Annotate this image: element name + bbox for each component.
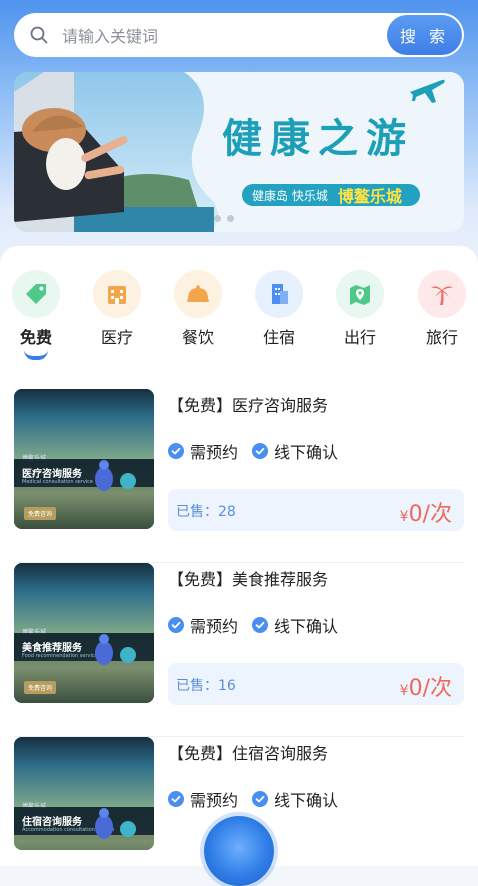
category-icon-bg (255, 270, 303, 318)
check-circle-icon (168, 791, 184, 807)
thumb-tag: 免费咨询 (24, 507, 57, 520)
price: ¥0/次 (400, 496, 452, 528)
floating-action-button[interactable] (204, 816, 274, 886)
thumb-caption: 住宿咨询服务 (22, 817, 82, 828)
check-circle-icon (168, 443, 184, 459)
service-badges: 需预约 线下确认 (168, 787, 338, 811)
badge-label: 需预约 (190, 443, 239, 462)
banner-brand: 博鳌乐城 (337, 187, 402, 206)
sold-count: 已售：16 (176, 678, 236, 694)
category-label: 免费 (19, 328, 52, 347)
sold-count: 已售：28 (176, 504, 236, 520)
category-icon-bg (174, 270, 222, 318)
category-travel[interactable]: 旅行 (410, 270, 474, 350)
carousel-dot[interactable] (227, 215, 234, 222)
category-label: 住宿 (262, 328, 295, 347)
active-indicator (24, 350, 48, 360)
mascot-icon (95, 460, 136, 491)
map-pin-icon (350, 285, 370, 305)
badge-label: 需预约 (190, 617, 239, 636)
badge-reservation: 需预约 (168, 439, 238, 463)
mascot-icon (95, 808, 136, 839)
palm-tree-icon (431, 286, 453, 305)
badge-reservation: 需预约 (168, 613, 238, 637)
thumb-caption-en: Medical consultation service (22, 479, 93, 485)
check-circle-icon (252, 443, 269, 459)
badge-label: 线下确认 (274, 617, 339, 636)
service-thumbnail: 博鳌乐城 医疗咨询服务 Medical consultation service… (14, 389, 154, 529)
search-bar: 搜 索 (14, 13, 464, 59)
category-free[interactable]: 免费 (4, 270, 68, 360)
service-thumbnail: 博鳌乐城 住宿咨询服务 Accommodation consultation s… (14, 737, 154, 850)
badge-offline-confirm: 线下确认 (252, 439, 338, 463)
price-unit: /次 (422, 676, 452, 701)
category-icon-bg (93, 270, 141, 318)
service-badges: 需预约 线下确认 (168, 439, 338, 463)
badge-offline-confirm: 线下确认 (252, 613, 338, 637)
price-symbol: ¥ (399, 509, 409, 525)
search-button[interactable]: 搜 索 (387, 15, 462, 55)
airplane-icon (410, 79, 445, 103)
mascot-icon (95, 634, 136, 665)
category-icon-bg (418, 270, 466, 318)
service-title: 【免费】住宿咨询服务 (168, 744, 329, 763)
category-dining[interactable]: 餐饮 (166, 270, 230, 350)
badge-label: 需预约 (190, 791, 239, 810)
category-label: 旅行 (425, 328, 458, 347)
building-icon (272, 284, 288, 304)
badge-label: 线下确认 (274, 443, 339, 462)
banner-subtitle-text: 健康岛 快乐城 (252, 188, 328, 203)
badge-offline-confirm: 线下确认 (252, 787, 338, 811)
banner-photo (14, 72, 218, 232)
price-value: 0 (408, 676, 423, 701)
service-thumbnail: 博鳌乐城 美食推荐服务 Food recommendation service … (14, 563, 154, 703)
carousel-dot[interactable] (214, 215, 221, 222)
sales-box: 已售：16 ¥0/次 (168, 663, 464, 705)
price-symbol: ¥ (399, 683, 409, 699)
service-card[interactable]: 博鳌乐城 医疗咨询服务 Medical consultation service… (0, 389, 478, 563)
price-value: 0 (408, 502, 423, 527)
thumb-tag: 免费咨询 (24, 681, 57, 694)
promo-banner[interactable]: 健康之游 健康岛 快乐城 博鳌乐城 (14, 72, 464, 232)
category-lodging[interactable]: 住宿 (247, 270, 311, 350)
category-medical[interactable]: 医疗 (85, 270, 149, 350)
thumb-caption: 医疗咨询服务 (22, 469, 82, 480)
cloche-icon (187, 285, 209, 302)
check-circle-icon (252, 617, 269, 633)
search-input[interactable] (60, 13, 394, 59)
category-transport[interactable]: 出行 (328, 270, 392, 350)
search-icon (30, 26, 48, 44)
banner-subtitle: 健康岛 快乐城 博鳌乐城 (242, 184, 420, 206)
service-badges: 需预约 线下确认 (168, 613, 338, 637)
category-label: 出行 (343, 328, 376, 347)
category-icon-bg (12, 270, 60, 318)
carousel-dots (214, 215, 234, 222)
price: ¥0/次 (400, 670, 452, 702)
check-circle-icon (168, 617, 184, 633)
price-unit: /次 (422, 502, 452, 527)
tag-icon (26, 284, 46, 304)
category-label: 餐饮 (181, 328, 214, 347)
banner-title: 健康之游 (222, 116, 414, 162)
badge-label: 线下确认 (274, 791, 339, 810)
thumb-caption: 美食推荐服务 (22, 643, 82, 654)
category-icon-bg (336, 270, 384, 318)
service-title: 【免费】美食推荐服务 (168, 570, 329, 589)
sales-box: 已售：28 ¥0/次 (168, 489, 464, 531)
thumb-caption-en: Food recommendation service (22, 653, 98, 659)
category-nav: 免费 医疗 餐饮 住宿 出行 旅行 (0, 270, 478, 360)
service-card[interactable]: 博鳌乐城 美食推荐服务 Food recommendation service … (0, 563, 478, 737)
check-circle-icon (252, 791, 269, 807)
badge-reservation: 需预约 (168, 787, 238, 811)
service-title: 【免费】医疗咨询服务 (168, 396, 329, 415)
hospital-icon (108, 286, 126, 304)
category-label: 医疗 (100, 328, 133, 347)
